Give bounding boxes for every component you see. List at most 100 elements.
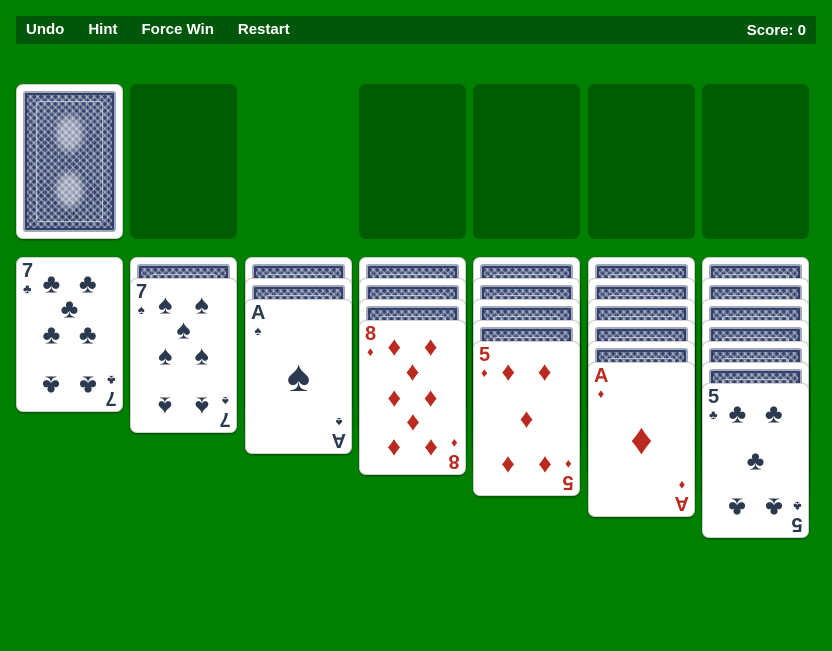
clubs-pip-icon: ♣ — [79, 372, 97, 399]
diamonds-icon: ♦ — [481, 366, 488, 379]
card-rank: 5 — [792, 514, 803, 534]
diamonds-icon: ♦ — [565, 458, 572, 471]
card-pip-layout: ♠ — [266, 306, 331, 447]
clubs-pip-icon: ♣ — [42, 270, 60, 297]
card-rank: A — [675, 493, 689, 513]
clubs-pip-icon: ♣ — [42, 321, 60, 348]
face-up-card[interactable]: A♦A♦♦ — [588, 362, 695, 517]
card-corner-index-tl: 7♣ — [22, 261, 33, 295]
diamonds-icon: ♦ — [679, 479, 686, 492]
foundation-slot-1[interactable] — [359, 84, 466, 239]
card-rank: A — [332, 430, 346, 450]
card-face: 7♣7♣♣♣♣♣♣♣♣ — [17, 258, 122, 411]
card-corner-index-br: A♠ — [332, 416, 346, 450]
clubs-pip-icon: ♣ — [765, 494, 783, 521]
card-pip-layout: ♠♠♠♠♠♠♠ — [151, 285, 216, 426]
clubs-icon: ♣ — [107, 374, 116, 387]
card-rank: 5 — [708, 387, 719, 407]
card-rank: A — [251, 303, 265, 323]
hint-button[interactable]: Hint — [88, 16, 117, 44]
card-corner-index-tl: 7♠ — [136, 282, 147, 316]
score-display: Score: 0 — [747, 22, 806, 39]
card-corner-index-br: 7♠ — [220, 395, 231, 429]
diamonds-pip-icon: ♦ — [424, 435, 438, 462]
face-up-card[interactable]: 7♠7♠♠♠♠♠♠♠♠ — [130, 278, 237, 433]
spades-pip-icon: ♠ — [176, 317, 190, 344]
clubs-icon: ♣ — [709, 408, 718, 421]
card-face: 7♠7♠♠♠♠♠♠♠♠ — [131, 279, 236, 432]
card-corner-index-tl: A♦ — [594, 366, 608, 400]
waste-pile[interactable] — [130, 84, 237, 239]
diamonds-pip-icon: ♦ — [424, 384, 438, 411]
card-face: 8♦8♦♦♦♦♦♦♦♦♦ — [360, 321, 465, 474]
face-up-card[interactable]: 5♦5♦♦♦♦♦♦ — [473, 341, 580, 496]
card-rank: 7 — [136, 282, 147, 302]
card-corner-index-br: 5♦ — [563, 458, 574, 492]
diamonds-pip-icon: ♦ — [501, 358, 515, 385]
restart-button[interactable]: Restart — [238, 16, 290, 44]
toolbar: Undo Hint Force Win Restart Score: 0 — [16, 16, 816, 44]
foundation-slot-4[interactable] — [702, 84, 809, 239]
spades-pip-icon: ♠ — [158, 291, 172, 318]
card-face: 5♣5♣♣♣♣♣♣ — [703, 384, 808, 537]
diamonds-pip-icon: ♦ — [630, 418, 652, 462]
spades-pip-icon: ♠ — [195, 291, 209, 318]
card-rank: 7 — [22, 261, 33, 281]
spades-pip-icon: ♠ — [195, 342, 209, 369]
card-rank: 7 — [220, 409, 231, 429]
diamonds-pip-icon: ♦ — [520, 405, 534, 432]
card-corner-index-tl: A♠ — [251, 303, 265, 337]
diamonds-pip-icon: ♦ — [387, 384, 401, 411]
clubs-pip-icon: ♣ — [79, 321, 97, 348]
diamonds-pip-icon: ♦ — [501, 452, 515, 479]
undo-button[interactable]: Undo — [26, 16, 64, 44]
face-up-card[interactable]: 7♣7♣♣♣♣♣♣♣♣ — [16, 257, 123, 412]
diamonds-pip-icon: ♦ — [538, 452, 552, 479]
card-pip-layout: ♦♦♦♦♦ — [494, 348, 559, 489]
diamonds-icon: ♦ — [598, 387, 605, 400]
clubs-pip-icon: ♣ — [765, 400, 783, 427]
diamonds-pip-icon: ♦ — [406, 409, 420, 436]
foundation-slot-2[interactable] — [473, 84, 580, 239]
card-pip-layout: ♦♦♦♦♦♦♦♦ — [380, 327, 445, 468]
card-corner-index-br: 8♦ — [449, 437, 460, 471]
card-corner-index-tl: 8♦ — [365, 324, 376, 358]
clubs-pip-icon: ♣ — [61, 296, 79, 323]
card-corner-index-br: 5♣ — [792, 500, 803, 534]
card-pip-layout: ♣♣♣♣♣♣♣ — [37, 264, 102, 405]
face-up-card[interactable]: A♠A♠♠ — [245, 299, 352, 454]
spades-icon: ♠ — [138, 303, 145, 316]
card-pip-layout: ♦ — [609, 369, 674, 510]
face-up-card[interactable]: 5♣5♣♣♣♣♣♣ — [702, 383, 809, 538]
card-back-pattern — [23, 91, 116, 232]
stock-pile[interactable] — [16, 84, 123, 239]
face-up-card[interactable]: 8♦8♦♦♦♦♦♦♦♦♦ — [359, 320, 466, 475]
card-rank: A — [594, 366, 608, 386]
card-face: A♠A♠♠ — [246, 300, 351, 453]
force-win-button[interactable]: Force Win — [142, 16, 214, 44]
diamonds-icon: ♦ — [451, 437, 458, 450]
card-rank: 8 — [449, 451, 460, 471]
card-pip-layout: ♣♣♣♣♣ — [723, 390, 788, 531]
card-corner-index-tl: 5♦ — [479, 345, 490, 379]
spades-icon: ♠ — [255, 324, 262, 337]
diamonds-pip-icon: ♦ — [424, 333, 438, 360]
foundation-slot-3[interactable] — [588, 84, 695, 239]
diamonds-pip-icon: ♦ — [387, 333, 401, 360]
clubs-pip-icon: ♣ — [42, 372, 60, 399]
card-rank: 7 — [106, 388, 117, 408]
clubs-pip-icon: ♣ — [728, 494, 746, 521]
spades-pip-icon: ♠ — [158, 393, 172, 420]
card-corner-index-tl: 5♣ — [708, 387, 719, 421]
clubs-icon: ♣ — [23, 282, 32, 295]
spades-icon: ♠ — [336, 416, 343, 429]
diamonds-pip-icon: ♦ — [538, 358, 552, 385]
spades-pip-icon: ♠ — [158, 342, 172, 369]
card-face: A♦A♦♦ — [589, 363, 694, 516]
spades-pip-icon: ♠ — [287, 355, 310, 399]
diamonds-icon: ♦ — [367, 345, 374, 358]
card-rank: 8 — [365, 324, 376, 344]
spades-pip-icon: ♠ — [195, 393, 209, 420]
clubs-pip-icon: ♣ — [747, 447, 765, 474]
diamonds-pip-icon: ♦ — [387, 435, 401, 462]
